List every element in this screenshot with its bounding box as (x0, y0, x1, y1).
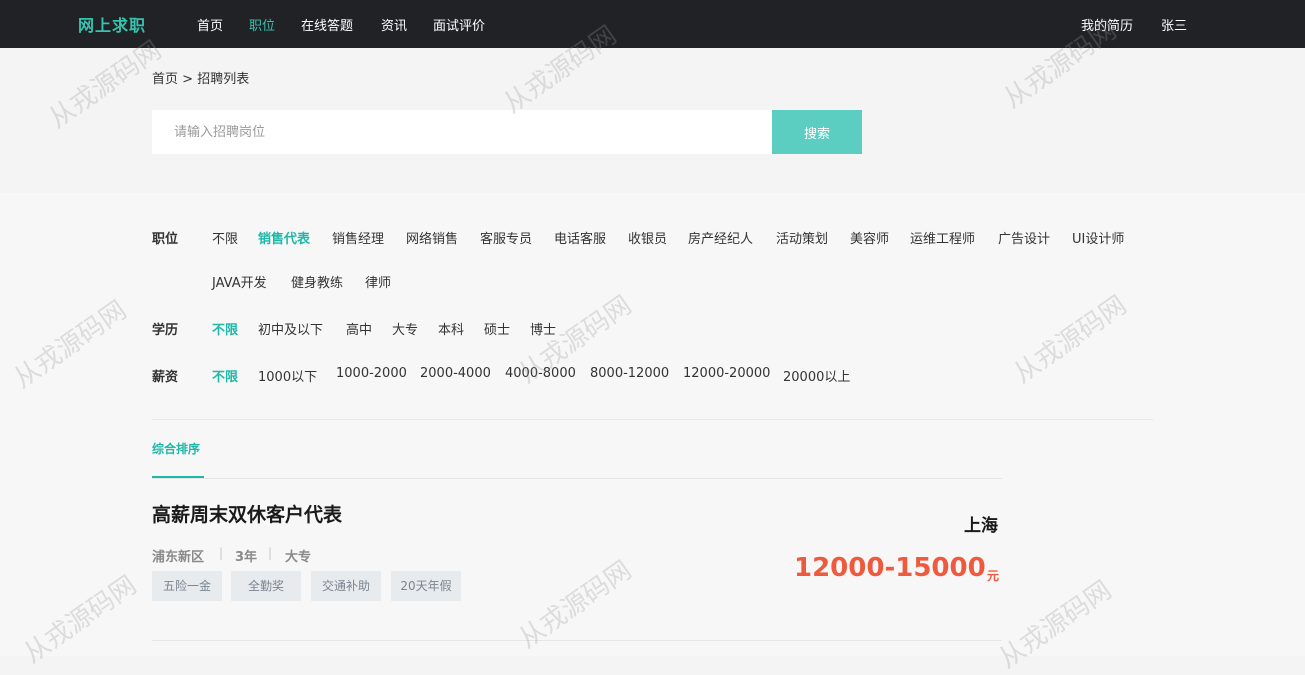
username-link[interactable]: 张三 (1161, 15, 1187, 34)
salary-option[interactable]: 8000-12000 (590, 366, 669, 381)
position-option[interactable]: 房产经纪人 (688, 228, 753, 247)
salary-option[interactable]: 4000-8000 (505, 366, 576, 381)
top-nav-bar: 网上求职 首页 职位 在线答题 资讯 面试评价 我的简历 张三 (0, 0, 1305, 48)
sort-tab-active-indicator (152, 476, 204, 478)
filter-label-position: 职位 (152, 232, 179, 247)
position-option[interactable]: JAVA开发 (212, 272, 267, 291)
position-option[interactable]: 美容师 (850, 228, 889, 247)
nav-home[interactable]: 首页 (197, 15, 223, 34)
job-district: 浦东新区 (152, 550, 205, 565)
filter-label-salary: 薪资 (152, 370, 179, 385)
breadcrumb-home[interactable]: 首页 (152, 72, 178, 87)
education-option[interactable]: 大专 (392, 319, 418, 338)
education-option[interactable]: 初中及以下 (258, 319, 323, 338)
salary-option[interactable]: 2000-4000 (420, 366, 491, 381)
salary-option-selected[interactable]: 不限 (212, 366, 238, 385)
job-tag: 交通补助 (311, 571, 381, 601)
position-option[interactable]: UI设计师 (1072, 228, 1124, 247)
sort-tab-comprehensive[interactable]: 综合排序 (152, 440, 200, 457)
education-option[interactable]: 博士 (530, 319, 556, 338)
search-button[interactable]: 搜索 (772, 110, 862, 154)
position-option[interactable]: 销售经理 (332, 228, 384, 247)
breadcrumb: 首页 > 招聘列表 (152, 68, 249, 87)
nav-online-quiz[interactable]: 在线答题 (301, 15, 353, 34)
site-logo[interactable]: 网上求职 (78, 12, 146, 36)
salary-option[interactable]: 1000以下 (258, 366, 317, 385)
job-title[interactable]: 高薪周末双休客户代表 (152, 500, 342, 527)
education-option[interactable]: 高中 (346, 319, 372, 338)
job-divider (152, 640, 1002, 641)
job-city: 上海 (964, 516, 998, 536)
job-tag: 20天年假 (391, 571, 461, 601)
job-education: 大专 (285, 550, 312, 565)
filter-divider (152, 419, 1153, 420)
salary-option[interactable]: 20000以上 (783, 366, 850, 385)
salary-option[interactable]: 12000-20000 (683, 366, 770, 381)
nav-jobs[interactable]: 职位 (249, 15, 275, 34)
education-option[interactable]: 本科 (438, 319, 464, 338)
job-salary: 12000-15000 (794, 553, 986, 583)
position-option[interactable]: 健身教练 (291, 272, 343, 291)
my-resume-link[interactable]: 我的简历 (1081, 15, 1133, 34)
job-salary-unit: 元 (987, 569, 1000, 583)
position-option[interactable]: 律师 (365, 272, 391, 291)
job-tag: 五险一金 (152, 571, 222, 601)
position-option[interactable]: 网络销售 (406, 228, 458, 247)
position-option[interactable]: 客服专员 (480, 228, 532, 247)
position-option[interactable]: 不限 (212, 228, 238, 247)
nav-news[interactable]: 资讯 (381, 15, 407, 34)
search-input[interactable] (152, 110, 772, 154)
position-option[interactable]: 电话客服 (554, 228, 606, 247)
position-option[interactable]: 收银员 (628, 228, 667, 247)
position-option[interactable]: 广告设计 (998, 228, 1050, 247)
breadcrumb-current: 招聘列表 (197, 72, 250, 87)
position-option[interactable]: 活动策划 (776, 228, 828, 247)
meta-separator: | (219, 546, 224, 560)
position-option-selected[interactable]: 销售代表 (258, 228, 310, 247)
nav-interview-reviews[interactable]: 面试评价 (433, 15, 485, 34)
breadcrumb-separator: > (182, 72, 194, 87)
job-tag: 全勤奖 (231, 571, 301, 601)
education-option[interactable]: 硕士 (484, 319, 510, 338)
sort-divider (152, 478, 1002, 479)
filter-label-education: 学历 (152, 323, 179, 338)
position-option[interactable]: 运维工程师 (910, 228, 975, 247)
job-experience: 3年 (235, 550, 258, 565)
meta-separator: | (268, 546, 273, 560)
salary-option[interactable]: 1000-2000 (336, 366, 407, 381)
education-option-selected[interactable]: 不限 (212, 319, 238, 338)
